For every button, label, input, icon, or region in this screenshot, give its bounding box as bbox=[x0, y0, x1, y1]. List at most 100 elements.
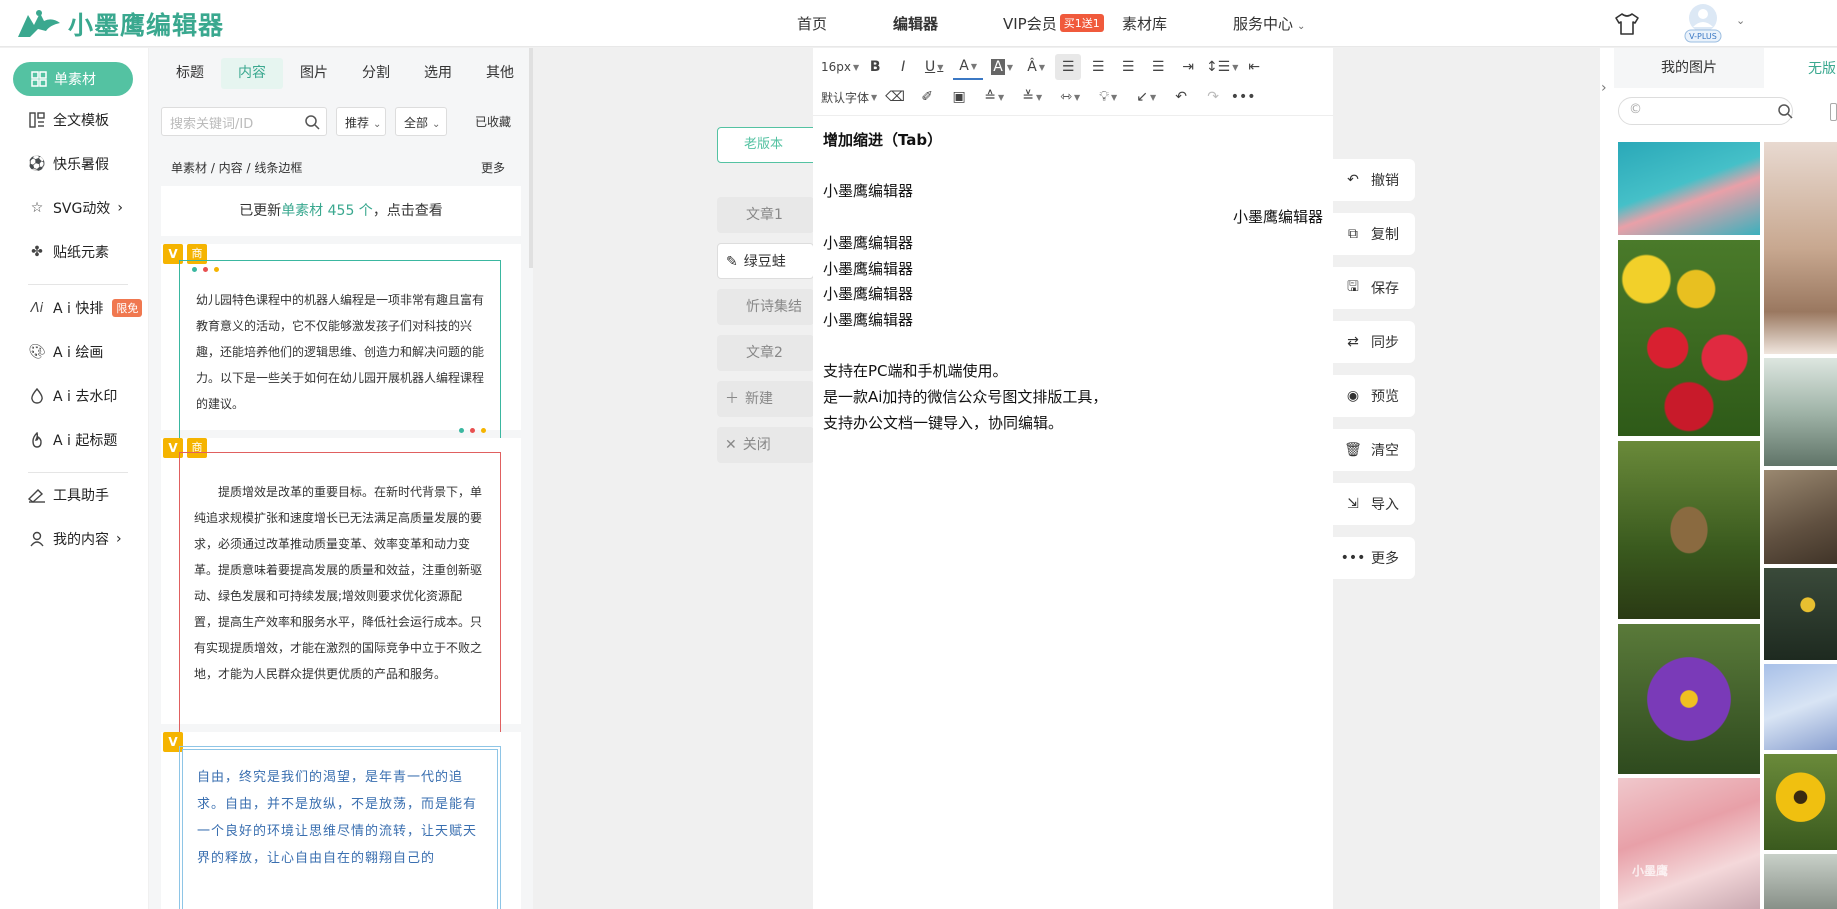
filter-icon[interactable] bbox=[1830, 103, 1837, 121]
sync-button[interactable]: ⇄ 同步 bbox=[1333, 321, 1415, 363]
image-thumb-cherry-branch[interactable] bbox=[1618, 142, 1760, 235]
spacing-before-icon[interactable]: ≙ ▼ bbox=[977, 84, 1011, 110]
content-line: 小墨鹰编辑器 bbox=[823, 259, 914, 278]
tab-title[interactable]: 标题 bbox=[159, 58, 221, 89]
image-thumb-tulips[interactable] bbox=[1618, 240, 1760, 436]
rail-item-ai-layout[interactable]: Λi A i 快排 限免 bbox=[28, 298, 143, 318]
italic-icon[interactable]: I bbox=[891, 54, 915, 80]
rail-item-ai-paint[interactable]: 🎨︎ A i 绘画 bbox=[28, 342, 103, 362]
bold-icon[interactable]: B bbox=[863, 54, 887, 80]
preview-button[interactable]: ◉ 预览 bbox=[1333, 375, 1415, 417]
image-thumb-blue-flowers[interactable] bbox=[1764, 664, 1837, 750]
image-thumb-dried-flower[interactable] bbox=[1764, 142, 1837, 354]
align-left-icon[interactable]: ☰ bbox=[1055, 54, 1082, 80]
template-card[interactable]: V 商 提质增效是改革的重要目标。在新时代背景下，单纯追求规模扩张和速度增长已无… bbox=[161, 438, 521, 738]
rail-item-svg-motion[interactable]: ☆ SVG动效 › bbox=[28, 198, 123, 218]
import-button[interactable]: ⇲ 导入 bbox=[1333, 483, 1415, 525]
nav-vip[interactable]: VIP会员 买1送1 bbox=[1003, 13, 1104, 34]
image-thumb-man-in-grass[interactable] bbox=[1618, 441, 1760, 619]
underline-icon[interactable]: U ▼ bbox=[919, 54, 949, 80]
favorites-link[interactable]: 已收藏 bbox=[475, 113, 511, 130]
font-size-select[interactable]: 16px ▼ bbox=[821, 54, 859, 80]
undo-icon[interactable]: ↶ bbox=[1167, 84, 1195, 110]
rail-item-stickers[interactable]: ✤ 贴纸元素 bbox=[28, 242, 109, 262]
rail-item-tools[interactable]: 工具助手 bbox=[28, 485, 109, 505]
font-color-icon[interactable]: A ▼ bbox=[953, 54, 984, 80]
template-card[interactable]: V 自由，终究是我们的渴望，是年青一代的追求。自由，并不是放纵，不是放荡，而是能… bbox=[161, 732, 521, 909]
tab-divider[interactable]: 分割 bbox=[345, 58, 407, 89]
align-justify-icon[interactable]: ☰ bbox=[1145, 54, 1171, 80]
search-icon[interactable] bbox=[304, 114, 320, 130]
nav-editor[interactable]: 编辑器 bbox=[893, 13, 938, 34]
clear-button[interactable]: 🗑︎ 清空 bbox=[1333, 429, 1415, 471]
more-link[interactable]: 更多 bbox=[481, 159, 505, 176]
image-thumb-bokeh-branch[interactable] bbox=[1764, 470, 1837, 564]
image-icon[interactable]: ▣ bbox=[945, 84, 973, 110]
close-article-button[interactable]: ✕ 关闭 bbox=[717, 427, 814, 463]
search-input[interactable]: 搜索关键词/ID bbox=[161, 107, 327, 136]
nav-materials[interactable]: 素材库 bbox=[1122, 13, 1167, 34]
image-search-input[interactable]: © bbox=[1618, 97, 1793, 125]
article-tab[interactable]: 文章2 bbox=[717, 335, 814, 371]
panel-scrollbar[interactable] bbox=[529, 48, 533, 268]
article-tab[interactable]: 忻诗集结 bbox=[717, 289, 814, 325]
tshirt-icon[interactable] bbox=[1614, 12, 1640, 36]
tab-image[interactable]: 图片 bbox=[283, 58, 345, 89]
format-brush-icon[interactable]: ✐ bbox=[913, 84, 941, 110]
arrow-icon[interactable]: ↙ ▼ bbox=[1129, 84, 1163, 110]
save-button[interactable]: 🖫︎ 保存 bbox=[1333, 267, 1415, 309]
align-right-icon[interactable]: ☰ bbox=[1115, 54, 1141, 80]
update-notice[interactable]: 已更新单素材 455 个，点击查看 bbox=[161, 186, 521, 236]
font-family-select[interactable]: 默认字体 ▼ bbox=[821, 84, 877, 110]
rail-item-ai-title[interactable]: A i 起标题 bbox=[28, 430, 117, 450]
indent-icon[interactable]: ⇥ bbox=[1175, 54, 1201, 80]
image-thumb-snowdrops[interactable] bbox=[1764, 358, 1837, 466]
more-icon[interactable]: ••• bbox=[1231, 84, 1256, 110]
import-icon: ⇲ bbox=[1347, 496, 1359, 512]
article-tab[interactable]: 文章1 bbox=[717, 197, 814, 233]
editor-content[interactable]: 增加缩进（Tab） 小墨鹰编辑器 小墨鹰编辑器 小墨鹰编辑器 小墨鹰编辑器 小墨… bbox=[823, 128, 1323, 436]
avatar[interactable]: V-PLUS bbox=[1680, 3, 1726, 43]
copy-button[interactable]: ⧉ 复制 bbox=[1333, 213, 1415, 255]
new-article-button[interactable]: ＋ 新建 bbox=[717, 381, 814, 417]
text-effect-icon[interactable]: Â ▼ bbox=[1021, 54, 1051, 80]
highlight-color-icon[interactable]: A ▼ bbox=[987, 54, 1017, 80]
tab-other[interactable]: 其他 bbox=[469, 58, 531, 89]
tab-content[interactable]: 内容 bbox=[221, 58, 283, 89]
tab-selected[interactable]: 选用 bbox=[407, 58, 469, 89]
nav-service[interactable]: 服务中心 ⌄ bbox=[1233, 13, 1305, 34]
collapse-arrow-icon[interactable]: › bbox=[1601, 80, 1607, 96]
top-nav: 小墨鹰编辑器 首页 编辑器 VIP会员 买1送1 素材库 服务中心 ⌄ V-PLUS… bbox=[0, 0, 1837, 47]
template-card[interactable]: V 商 幼儿园特色课程中的机器人编程是一项非常有趣且富有教育意义的活动，它不仅能… bbox=[161, 244, 521, 442]
align-center-icon[interactable]: ☰ bbox=[1085, 54, 1111, 80]
lightbulb-icon[interactable]: 💡︎ ▼ bbox=[1091, 84, 1125, 110]
line-height-icon[interactable]: ↕☰ ▼ bbox=[1205, 54, 1239, 80]
old-version-button[interactable]: 老版本 bbox=[717, 127, 817, 163]
sort-select[interactable]: 推荐 ⌄ bbox=[336, 107, 386, 136]
rail-item-full-template[interactable]: 全文模板 bbox=[28, 110, 109, 130]
image-thumb-purple-primrose[interactable] bbox=[1618, 624, 1760, 774]
undo-button[interactable]: ↶ 撤销 bbox=[1333, 159, 1415, 201]
spacing-after-icon[interactable]: ≚ ▼ bbox=[1015, 84, 1049, 110]
image-thumb-pink-blossoms[interactable] bbox=[1618, 778, 1760, 909]
rail-item-single-material[interactable]: 单素材 bbox=[13, 62, 133, 96]
image-thumb-partial[interactable] bbox=[1764, 854, 1837, 909]
eraser-icon[interactable]: ⌫ bbox=[881, 84, 909, 110]
outdent-icon[interactable]: ⇤ bbox=[1243, 54, 1265, 80]
avatar-chevron-icon[interactable]: ⌄ bbox=[1736, 14, 1745, 27]
tab-my-images[interactable]: 我的图片 bbox=[1614, 48, 1764, 88]
article-tab-active[interactable]: ✎ 绿豆蛙 bbox=[717, 243, 814, 279]
letter-spacing-icon[interactable]: ⇿ ▼ bbox=[1053, 84, 1087, 110]
image-thumb-sunflower[interactable] bbox=[1764, 754, 1837, 850]
tab-free-images[interactable]: 无版 bbox=[1808, 58, 1836, 78]
search-icon[interactable] bbox=[1777, 103, 1793, 119]
rail-item-ai-dewatermark[interactable]: A i 去水印 bbox=[28, 386, 117, 406]
more-button[interactable]: ••• 更多 bbox=[1333, 537, 1415, 579]
redo-icon[interactable]: ↷ bbox=[1199, 84, 1227, 110]
filter-select[interactable]: 全部 ⌄ bbox=[395, 107, 447, 136]
rail-item-my-content[interactable]: 我的内容 › bbox=[28, 529, 122, 549]
logo[interactable]: 小墨鹰编辑器 bbox=[14, 6, 224, 42]
image-thumb-yellow-blossom[interactable] bbox=[1764, 568, 1837, 660]
rail-item-summer[interactable]: ⚽ 快乐暑假 bbox=[28, 154, 109, 174]
nav-home[interactable]: 首页 bbox=[797, 13, 827, 34]
